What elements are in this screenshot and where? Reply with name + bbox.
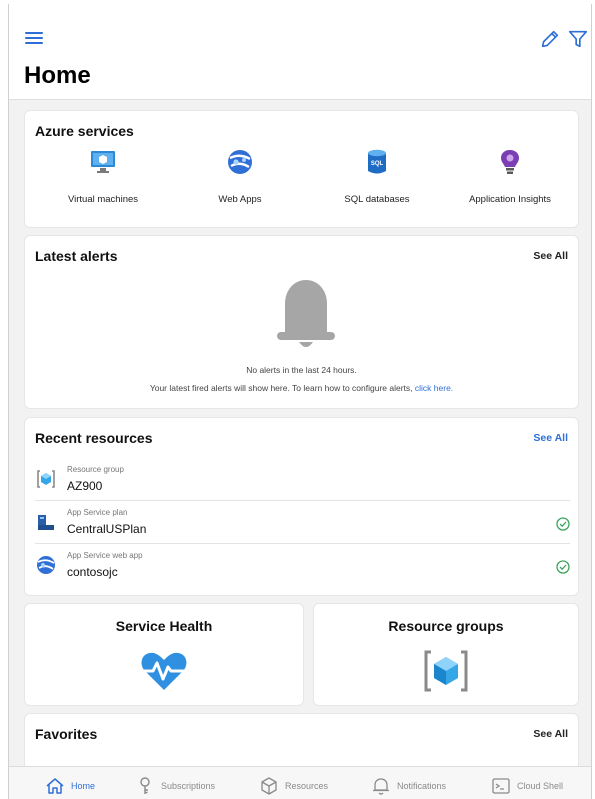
nav-label: Cloud Shell [517,781,564,791]
nav-home[interactable]: Home [45,773,95,799]
nav-cloud-shell[interactable]: Cloud Shell [491,773,563,799]
bell-icon [373,778,389,795]
resource-name: CentralUSPlan [67,522,147,536]
app-service-plan-icon [38,515,54,530]
nav-notifications[interactable]: Notifications [371,773,446,799]
resource-group-icon [424,650,468,692]
status-ok-icon [556,560,570,574]
favorites-card: Favorites See All [24,713,579,773]
azure-services-card: Azure services Virtual machines Web Apps [24,110,579,228]
cube-icon [261,777,277,795]
nav-label: Notifications [397,781,447,791]
virtual-machine-icon [91,151,115,173]
terminal-icon [492,778,510,794]
home-icon [46,778,64,794]
favorites-see-all-link[interactable]: See All [533,728,568,740]
nav-label: Subscriptions [161,781,216,791]
recent-resources-title: Recent resources [35,430,153,446]
pencil-icon[interactable] [539,28,561,50]
service-health-title: Service Health [115,618,213,634]
hamburger-menu-icon[interactable] [25,32,43,46]
configure-alerts-link[interactable]: click here. [415,383,453,393]
bell-icon [277,280,335,347]
service-label: SQL databases [344,194,410,205]
heart-pulse-icon [141,652,187,690]
recent-resources-card: Recent resources See All Resource group … [24,417,579,596]
resource-row[interactable]: App Service plan CentralUSPlan [35,502,570,544]
filter-icon[interactable] [567,28,589,50]
bottom-navigation: Home Subscriptions Resources Notificatio… [9,766,591,799]
header: Home [9,4,591,100]
nav-label: Home [71,781,96,791]
service-label: Web Apps [218,194,262,205]
nav-label: Resources [285,781,329,791]
web-app-icon [37,556,55,574]
resource-type: App Service web app [67,551,143,560]
resource-type: Resource group [67,465,124,474]
service-virtual-machines[interactable]: Virtual machines [38,147,168,205]
service-health-tile[interactable]: Service Health [24,603,304,706]
status-ok-icon [556,517,570,531]
service-web-apps[interactable]: Web Apps [175,147,305,205]
no-alerts-text: No alerts in the last 24 hours. [246,365,357,375]
page-title: Home [24,62,91,89]
svg-text:SQL: SQL [371,161,384,167]
service-application-insights[interactable]: Application Insights [445,147,575,205]
alerts-see-all-link[interactable]: See All [533,250,568,262]
nav-subscriptions[interactable]: Subscriptions [135,773,215,799]
resource-type: App Service plan [67,508,128,517]
alerts-help-text: Your latest fired alerts will show here.… [25,383,578,393]
web-app-icon [228,150,252,174]
resource-row[interactable]: App Service web app contosojc [35,545,570,587]
service-sql-databases[interactable]: SQL SQL databases [312,147,442,205]
nav-resources[interactable]: Resources [259,773,328,799]
resource-group-icon [37,470,55,488]
favorites-title: Favorites [35,726,98,742]
key-icon [140,777,150,794]
resources-see-all-link[interactable]: See All [533,432,568,444]
alerts-help-line: Your latest fired alerts will show here.… [149,383,413,393]
app-frame: Home Azure services Virtual machines Web… [8,4,592,799]
sql-database-icon: SQL [368,149,386,174]
azure-services-title: Azure services [35,123,134,139]
resource-name: AZ900 [67,479,103,493]
application-insights-icon [501,150,519,174]
service-label: Virtual machines [67,194,139,205]
service-label: Application Insights [469,194,551,205]
resource-name: contosojc [67,565,118,579]
latest-alerts-title: Latest alerts [35,248,118,264]
latest-alerts-card: Latest alerts See All No alerts in the l… [24,235,579,409]
resource-groups-tile[interactable]: Resource groups [313,603,579,706]
resource-groups-title: Resource groups [388,618,504,634]
resource-row[interactable]: Resource group AZ900 [35,459,570,501]
